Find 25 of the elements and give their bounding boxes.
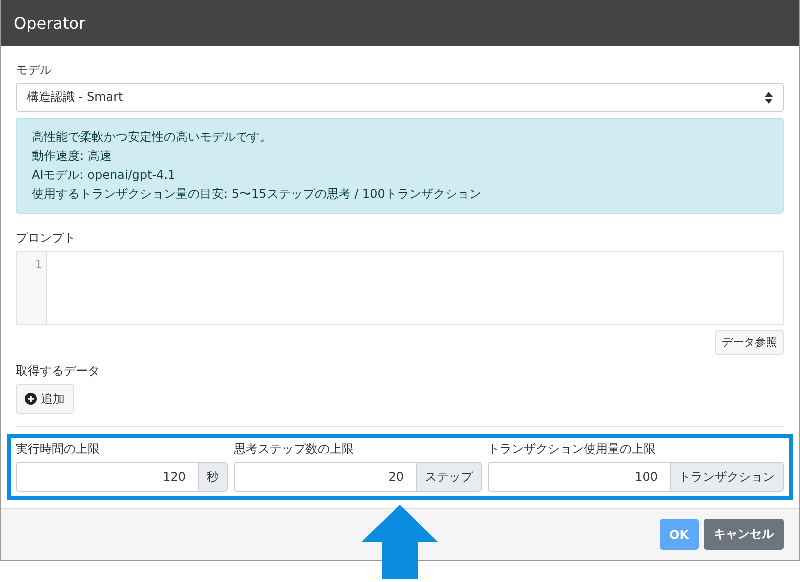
info-text: 動作速度: 高速 — [32, 149, 113, 164]
field-label: 実行時間の上限 — [16, 441, 101, 458]
line-number: 1 — [35, 258, 42, 271]
up-arrow-icon — [362, 505, 438, 579]
number-input[interactable]: 120 — [16, 462, 199, 492]
field-label: プロンプト — [16, 230, 77, 247]
model-select[interactable]: 構造認識 - Smart — [16, 83, 784, 112]
unit-addon: 秒 — [199, 462, 228, 492]
number-input[interactable]: 20 — [234, 462, 417, 492]
unit-addon: ステップ — [417, 462, 482, 492]
info-text: 高性能で柔軟かつ安定性の高いモデルです。 — [32, 130, 273, 145]
dialog-title: Operator — [14, 14, 86, 32]
data-reference-button[interactable]: データ参照 — [715, 330, 784, 355]
field-label: 思考ステップ数の上限 — [234, 441, 355, 458]
info-text: AIモデル: openai/gpt-4.1 — [32, 168, 177, 183]
field-label: 取得するデータ — [16, 363, 101, 380]
field-label: トランザクション使用量の上限 — [488, 441, 657, 458]
unit-addon: トランザクション — [671, 462, 784, 492]
sort-caret-icon — [765, 92, 773, 104]
field-label: モデル — [16, 62, 53, 79]
number-input[interactable]: 100 — [488, 462, 671, 492]
info-text: 使用するトランザクション量の目安: 5〜15ステップの思考 / 100トランザクション — [32, 187, 482, 202]
add-button[interactable]: 追加 — [16, 384, 74, 414]
cancel-button[interactable]: キャンセル — [704, 519, 784, 550]
plus-circle-icon — [25, 393, 37, 405]
